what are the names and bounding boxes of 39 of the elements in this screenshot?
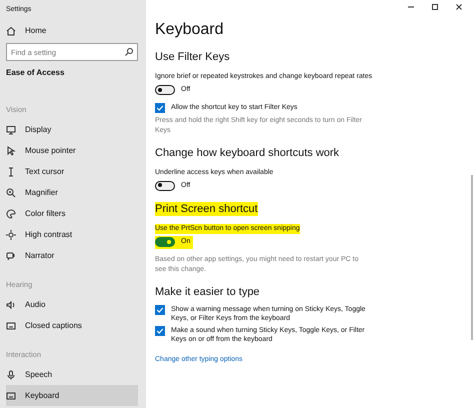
category-title: Ease of Access xyxy=(6,67,64,79)
home-icon xyxy=(6,26,16,36)
close-icon xyxy=(454,2,464,12)
scrollbar[interactable] xyxy=(471,175,473,340)
sidebar-item[interactable]: Display xyxy=(6,119,138,140)
toggle-switch[interactable] xyxy=(155,85,175,96)
keyboard-icon xyxy=(6,390,16,400)
checkbox[interactable] xyxy=(155,304,165,314)
sidebar-item[interactable]: Text cursor xyxy=(6,161,138,182)
section-heading: Use Filter Keys xyxy=(155,50,230,64)
section-heading: Change how keyboard shortcuts work xyxy=(155,146,340,160)
home-link[interactable]: Home xyxy=(6,20,138,41)
speaker-icon xyxy=(6,300,16,310)
palette-icon xyxy=(6,208,16,218)
checkbox[interactable] xyxy=(155,326,165,336)
sidebar-item[interactable]: High contrast xyxy=(6,224,138,245)
toggle-switch[interactable] xyxy=(155,180,175,191)
sidebar-item[interactable]: Keyboard xyxy=(6,385,138,406)
section-heading: Print Screen shortcut xyxy=(155,202,258,216)
text-cursor-icon xyxy=(6,166,16,176)
display-icon xyxy=(6,124,16,134)
magnifier-icon xyxy=(6,188,16,198)
search-icon xyxy=(124,47,134,57)
sidebar-item[interactable]: Speech xyxy=(6,364,138,385)
sidebar-item[interactable]: Audio xyxy=(6,294,138,315)
maximize-icon xyxy=(430,2,440,12)
checkbox[interactable] xyxy=(155,102,165,112)
sidebar-item[interactable]: Mouse pointer xyxy=(6,140,138,161)
toggle-switch[interactable] xyxy=(155,237,175,248)
sidebar-item[interactable]: Color filters xyxy=(6,203,138,224)
sidebar-item[interactable]: Closed captions xyxy=(6,315,138,336)
microphone-icon xyxy=(6,370,16,380)
pointer-icon xyxy=(6,146,16,156)
section-heading: Make it easier to type xyxy=(155,284,260,298)
narrator-icon xyxy=(6,250,16,260)
page-title: Keyboard xyxy=(155,20,224,40)
sidebar-item[interactable]: Narrator xyxy=(6,245,138,266)
sun-icon xyxy=(6,230,16,240)
sidebar-item[interactable]: Magnifier xyxy=(6,182,138,203)
